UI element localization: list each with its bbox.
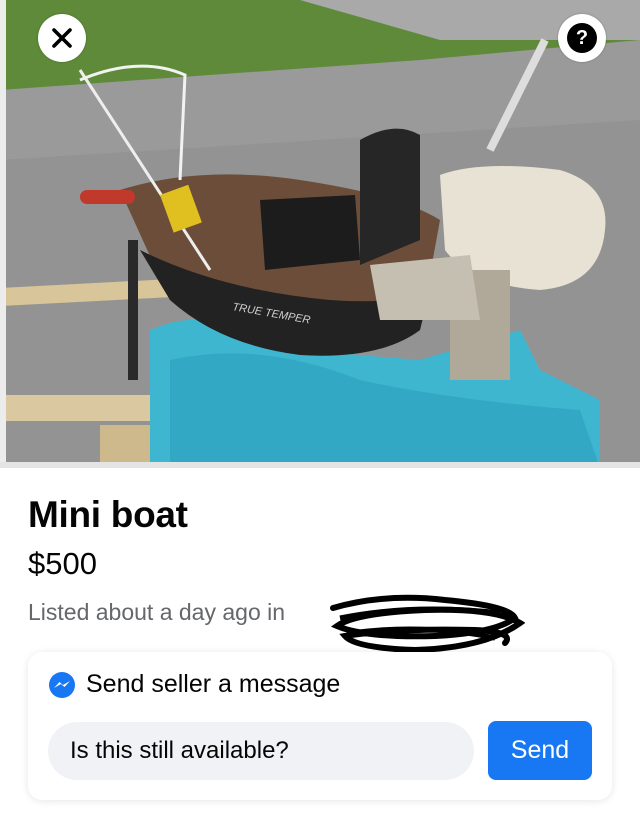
question-mark-icon: ? [567, 23, 597, 53]
help-button[interactable]: ? [558, 14, 606, 62]
listing-photo-image: TRUE TEMPER [0, 0, 640, 468]
send-button[interactable]: Send [488, 721, 592, 780]
close-icon [52, 28, 72, 48]
message-input[interactable]: Is this still available? [48, 722, 474, 780]
photo-divider [0, 462, 640, 468]
listing-title: Mini boat [28, 494, 188, 535]
redaction-scribble [330, 594, 525, 654]
message-card-header: Send seller a message [48, 670, 340, 699]
messenger-icon [49, 671, 75, 698]
listing-location-text: Listed about a day ago in [28, 599, 286, 625]
photo-border [0, 0, 6, 468]
message-card-heading: Send seller a message [86, 670, 341, 698]
listing-photo[interactable]: TRUE TEMPER ? [0, 0, 640, 468]
close-button[interactable] [38, 14, 86, 62]
listing-price: $500 [28, 546, 97, 581]
message-seller-card: Send seller a message Is this still avai… [28, 652, 612, 800]
